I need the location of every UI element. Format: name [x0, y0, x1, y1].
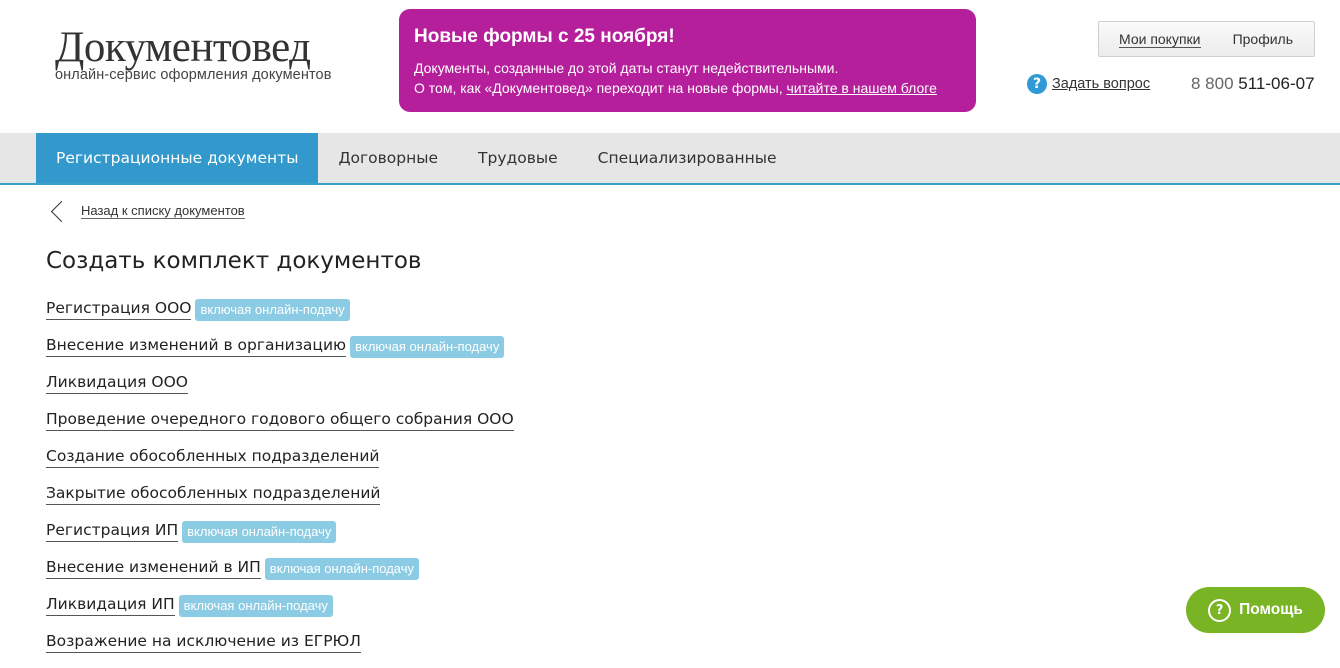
document-link[interactable]: Внесение изменений в организацию: [46, 335, 347, 357]
document-link[interactable]: Регистрация ИП: [46, 520, 179, 542]
nav-tab[interactable]: Договорные: [318, 133, 458, 183]
nav-tab[interactable]: Трудовые: [458, 133, 578, 183]
promo-line2-prefix: О том, как «Документовед» переходит на н…: [414, 80, 783, 96]
phone-number: 8 800 511-06-07: [1191, 74, 1315, 94]
my-purchases-link[interactable]: Мои покупки: [1119, 31, 1201, 48]
promo-text: Документы, созданные до этой даты станут…: [414, 58, 961, 98]
list-item: Закрытие обособленных подразделений: [46, 483, 514, 520]
document-link[interactable]: Возражение на исключение из ЕГРЮЛ: [46, 631, 361, 653]
list-item: Возражение на исключение из ЕГРЮЛ: [46, 631, 514, 668]
online-filing-badge: включая онлайн-подачу: [195, 299, 350, 321]
promo-title: Новые формы с 25 ноября!: [414, 26, 675, 47]
document-link[interactable]: Проведение очередного годового общего со…: [46, 409, 514, 431]
nav-items: Регистрационные документы Договорные Трудо…: [36, 133, 797, 183]
logo-subtitle: онлайн-сервис оформления документов: [55, 67, 332, 83]
back-link-label[interactable]: Назад к списку документов: [81, 203, 245, 219]
profile-link[interactable]: Профиль: [1233, 31, 1293, 47]
list-item: Создание обособленных подразделений: [46, 446, 514, 483]
phone-prefix: 8 800: [1191, 74, 1234, 93]
document-link[interactable]: Закрытие обособленных подразделений: [46, 483, 381, 505]
ask-question-link[interactable]: Задать вопрос: [1052, 76, 1150, 92]
logo-title: Документовед: [55, 24, 311, 71]
promo-banner: Новые формы с 25 ноября! Документы, созд…: [399, 9, 976, 112]
list-item: Внесение изменений в ИП включая онлайн-по…: [46, 557, 514, 594]
list-item: Регистрация ИП включая онлайн-подачу: [46, 520, 514, 557]
promo-blog-link[interactable]: читайте в нашем блоге: [786, 80, 936, 96]
document-link[interactable]: Регистрация ООО: [46, 298, 192, 320]
list-item: Ликвидация ИП включая онлайн-подачу: [46, 594, 514, 631]
online-filing-badge: включая онлайн-подачу: [182, 521, 337, 543]
help-button[interactable]: ? Помощь: [1186, 587, 1325, 633]
online-filing-badge: включая онлайн-подачу: [264, 558, 420, 580]
online-filing-badge: включая онлайн-подачу: [178, 595, 333, 617]
list-item: Внесение изменений в организацию включая …: [46, 335, 514, 372]
logo[interactable]: Документовед онлайн-сервис оформления до…: [55, 24, 332, 84]
help-question-icon: ?: [1208, 598, 1232, 622]
promo-line1: Документы, созданные до этой даты станут…: [414, 60, 839, 76]
document-link[interactable]: Создание обособленных подразделений: [46, 446, 380, 468]
list-item: Регистрация ООО включая онлайн-подачу: [46, 298, 514, 335]
phone-main: 511-06-07: [1238, 74, 1315, 93]
nav-tab[interactable]: Специализированные: [578, 133, 797, 183]
list-item: Проведение очередного годового общего со…: [46, 409, 514, 446]
chevron-left-icon: [50, 200, 73, 222]
page-title: Создать комплект документов: [46, 248, 422, 274]
online-filing-badge: включая онлайн-подачу: [350, 336, 505, 358]
nav-tab[interactable]: Регистрационные документы: [36, 133, 319, 183]
document-link[interactable]: Внесение изменений в ИП: [46, 557, 261, 579]
question-icon: ?: [1027, 74, 1047, 94]
user-menu: Мои покупки Профиль: [1098, 21, 1315, 57]
list-item: Ликвидация ООО: [46, 372, 514, 409]
document-list: Регистрация ООО включая онлайн-подачу Внес…: [46, 298, 514, 668]
back-link[interactable]: Назад к списку документов: [48, 200, 245, 222]
document-link[interactable]: Ликвидация ИП: [46, 594, 175, 616]
main-nav: Регистрационные документы Договорные Трудо…: [0, 133, 1340, 185]
help-button-label: Помощь: [1239, 601, 1303, 618]
document-link[interactable]: Ликвидация ООО: [46, 372, 188, 394]
ask-question[interactable]: ? Задать вопрос: [1027, 74, 1150, 94]
